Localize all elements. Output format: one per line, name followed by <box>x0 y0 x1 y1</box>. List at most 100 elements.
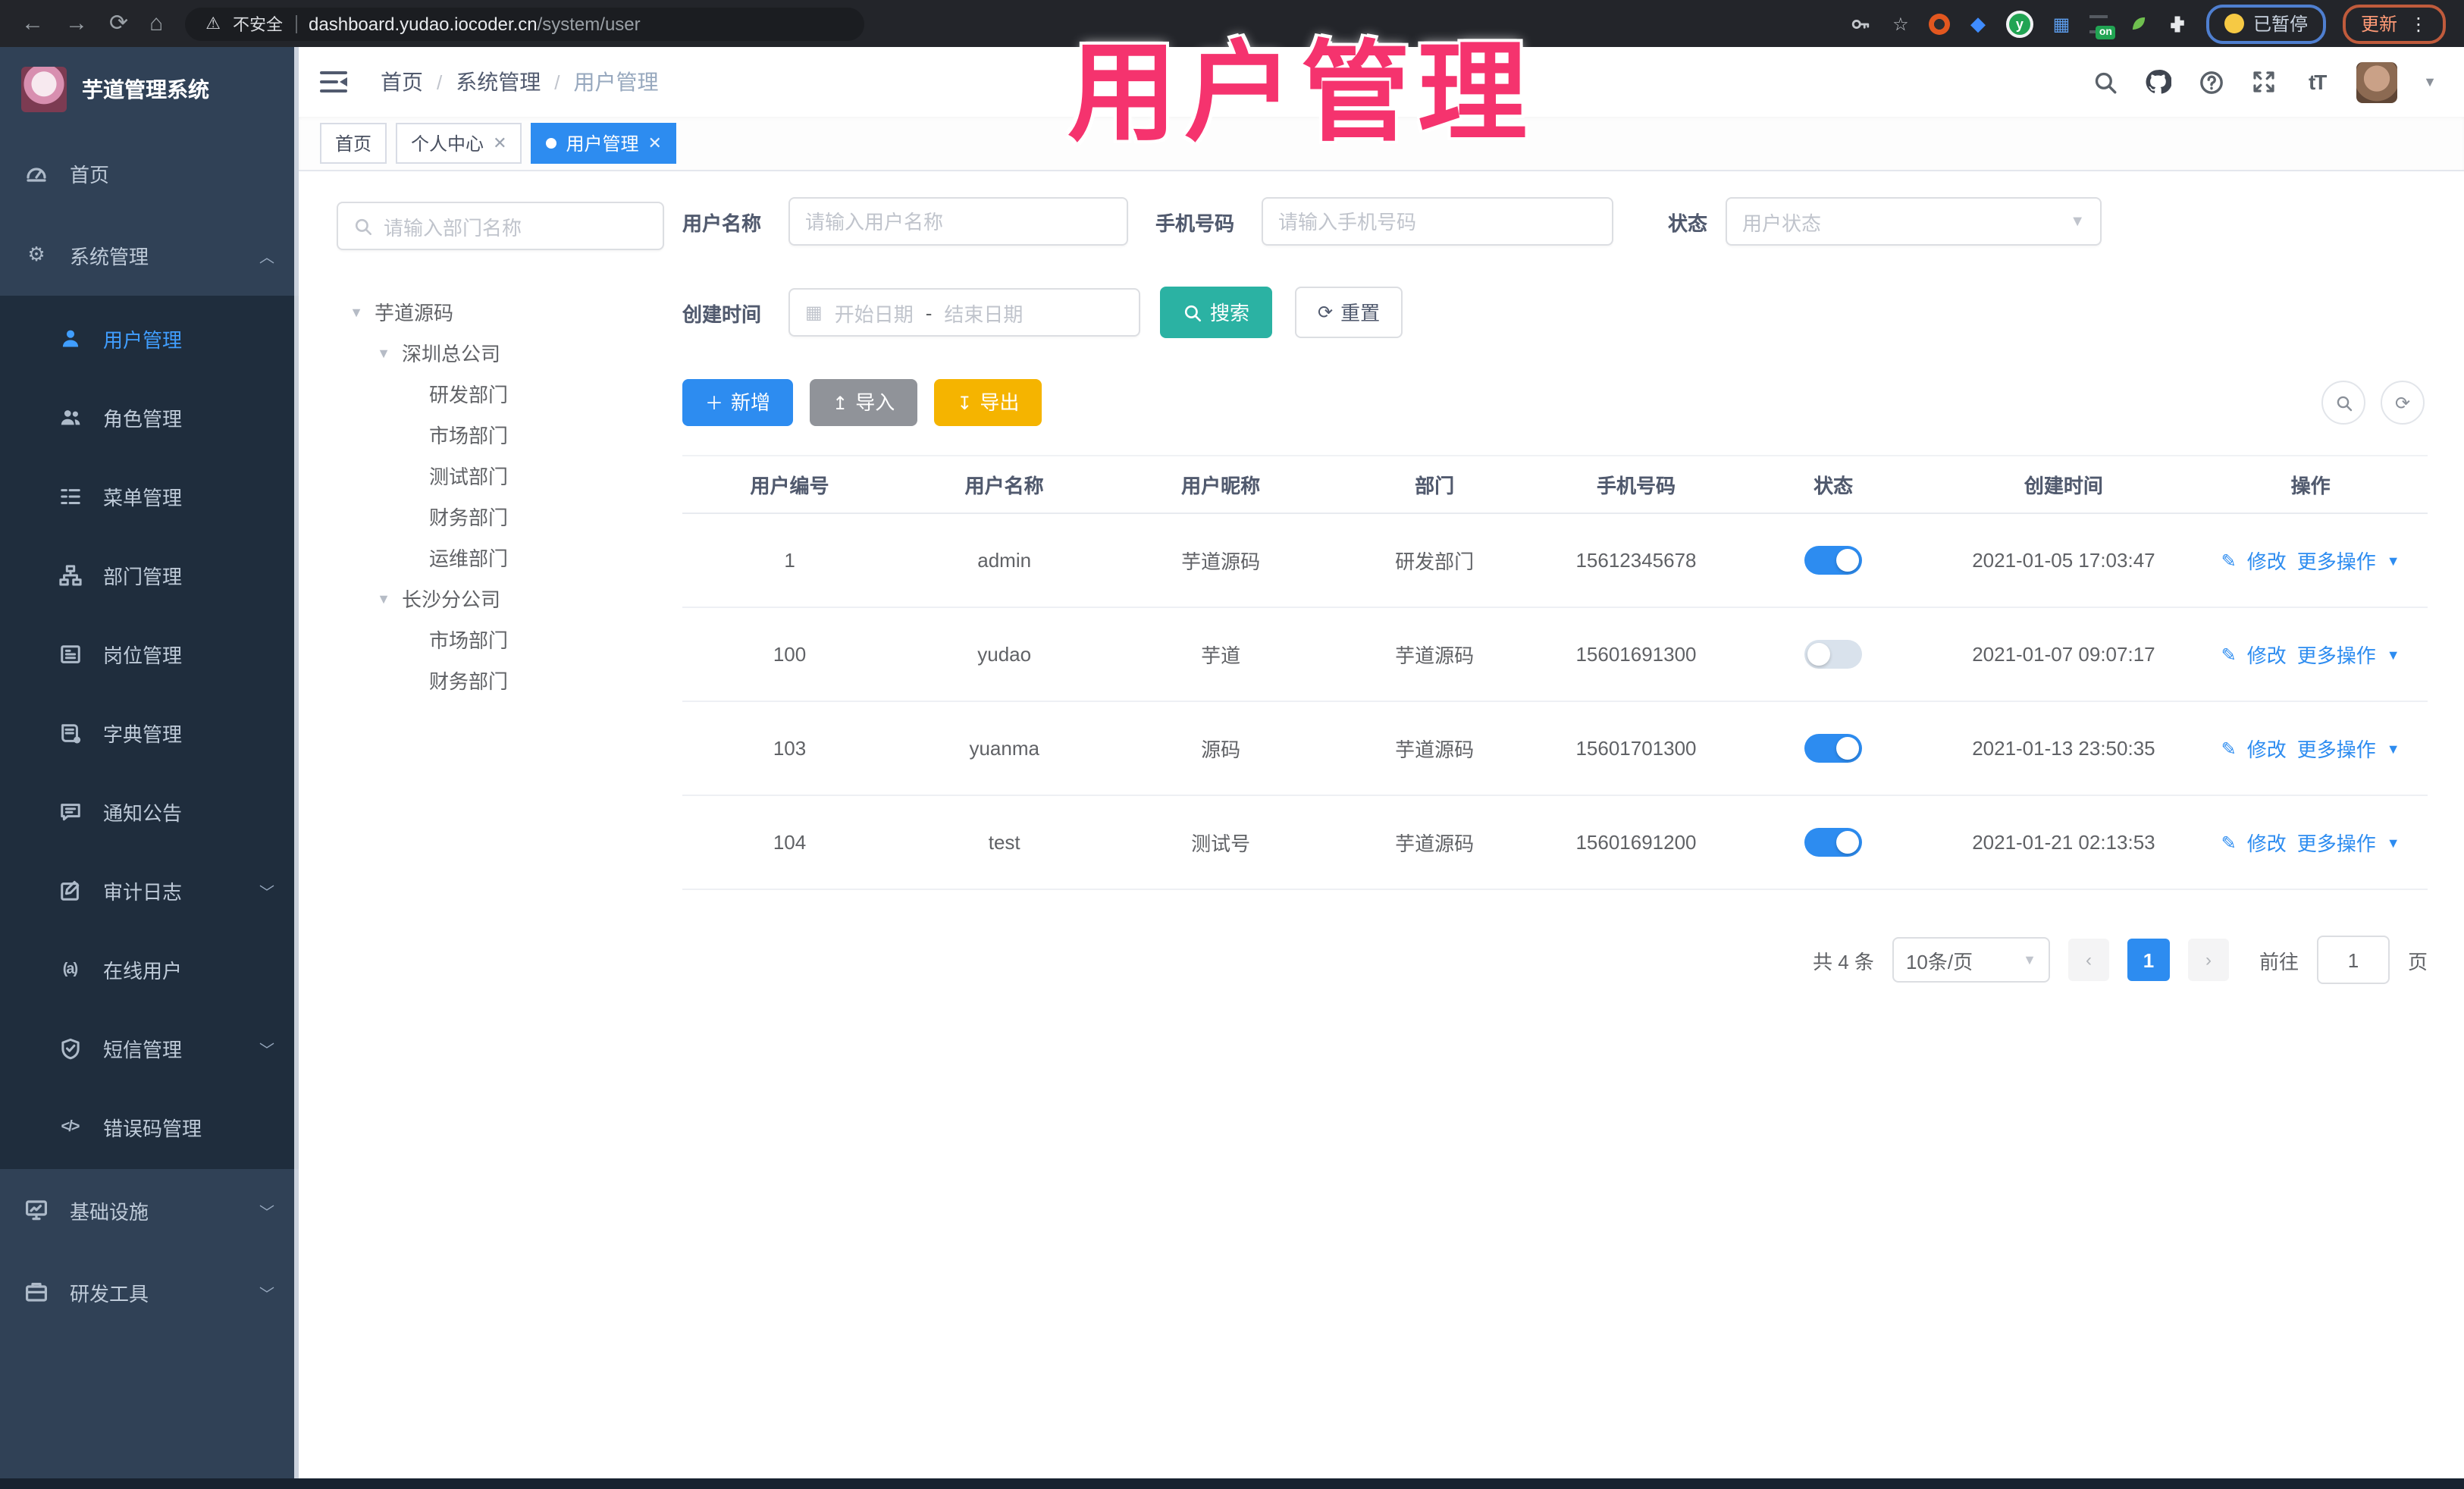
extension-ubuntu-icon[interactable] <box>1928 13 1950 34</box>
sidebar-item-error-code-management[interactable]: </> 错误码管理 <box>0 1087 299 1166</box>
status-toggle[interactable] <box>1804 828 1863 857</box>
breadcrumb-system[interactable]: 系统管理 <box>456 67 541 97</box>
sidebar-item-audit-log[interactable]: 审计日志 ﹀ <box>0 851 299 929</box>
tree-node-dept[interactable]: 财务部门 <box>337 496 664 537</box>
sidebar-item-post-management[interactable]: 岗位管理 <box>0 614 299 693</box>
more-actions-link[interactable]: 更多操作 <box>2297 828 2376 857</box>
edit-pencil-icon: ✎ <box>2221 738 2237 759</box>
sidebar-item-menu-management[interactable]: 菜单管理 <box>0 456 299 535</box>
sidebar-item-role-management[interactable]: 角色管理 <box>0 378 299 456</box>
more-actions-link[interactable]: 更多操作 <box>2297 640 2376 669</box>
tab-close-icon[interactable]: ✕ <box>648 133 662 153</box>
status-toggle[interactable] <box>1804 640 1863 669</box>
extension-drop-icon[interactable]: ◆ <box>1967 12 1989 35</box>
sidebar-item-notice-announcement[interactable]: 通知公告 <box>0 772 299 851</box>
font-size-icon[interactable]: tT <box>2303 68 2331 96</box>
sidebar-item-infrastructure[interactable]: 基础设施 ﹀ <box>0 1169 299 1251</box>
chevron-down-icon: ▼ <box>2386 553 2400 568</box>
download-icon: ↧ <box>957 392 973 413</box>
profile-paused-badge[interactable]: 已暂停 <box>2205 4 2326 43</box>
browser-forward-icon[interactable]: → <box>65 12 88 35</box>
sidebar-item-department-management[interactable]: 部门管理 <box>0 535 299 614</box>
next-page-button[interactable]: › <box>2187 939 2229 981</box>
status-toggle[interactable] <box>1804 734 1863 763</box>
user-menu-caret-icon[interactable]: ▼ <box>2423 74 2437 89</box>
tree-node-dept[interactable]: 测试部门 <box>337 455 664 496</box>
tree-node-dept[interactable]: 研发部门 <box>337 373 664 414</box>
tree-node-company[interactable]: ▼ 深圳总公司 <box>337 332 664 373</box>
sidebar-item-home[interactable]: 首页 <box>0 132 299 214</box>
browser-menu-icon[interactable]: ⋮ <box>2409 13 2428 34</box>
prev-page-button[interactable]: ‹ <box>2067 939 2109 981</box>
refresh-table-button[interactable]: ⟳ <box>2381 381 2425 425</box>
mobile-input[interactable] <box>1262 197 1613 246</box>
bookmark-star-icon[interactable]: ☆ <box>1889 12 1912 35</box>
address-bar[interactable]: ⚠ 不安全 dashboard.yudao.iocoder.cn/system/… <box>184 7 864 40</box>
tree-node-company[interactable]: ▼ 长沙分公司 <box>337 578 664 619</box>
status-toggle[interactable] <box>1804 546 1863 575</box>
tree-node-root[interactable]: ▼ 芋道源码 <box>337 291 664 332</box>
edit-link[interactable]: 修改 <box>2247 546 2287 575</box>
help-question-icon[interactable] <box>2197 68 2224 96</box>
fullscreen-icon[interactable] <box>2250 68 2277 96</box>
extension-leaf-icon[interactable] <box>2127 12 2150 35</box>
tree-caret-icon[interactable]: ▼ <box>349 304 364 319</box>
sidebar-collapse-icon[interactable] <box>320 71 347 92</box>
github-icon[interactable] <box>2144 68 2172 96</box>
profile-paused-label: 已暂停 <box>2252 14 2308 35</box>
browser-update-button[interactable]: 更新 ⋮ <box>2342 4 2446 43</box>
browser-reload-icon[interactable]: ⟳ <box>109 12 128 35</box>
plus-icon: ＋ <box>705 392 724 413</box>
username-input[interactable] <box>788 197 1128 246</box>
status-select[interactable]: 用户状态 ▼ <box>1726 197 2102 246</box>
add-button[interactable]: ＋ 新增 <box>682 379 794 426</box>
more-actions-link[interactable]: 更多操作 <box>2297 734 2376 763</box>
sidebar-item-sms-management[interactable]: 短信管理 ﹀ <box>0 1008 299 1087</box>
app-logo[interactable]: 芋道管理系统 <box>0 47 299 132</box>
extension-on-switch-icon[interactable]: on <box>2089 14 2115 39</box>
sidebar-item-dict-management[interactable]: 字典管理 <box>0 693 299 772</box>
tree-node-dept[interactable]: 市场部门 <box>337 414 664 455</box>
edit-link[interactable]: 修改 <box>2247 734 2287 763</box>
reset-button[interactable]: ⟳ 重置 <box>1295 287 1403 338</box>
sidebar-item-user-management[interactable]: 用户管理 <box>0 299 299 378</box>
more-actions-link[interactable]: 更多操作 <box>2297 546 2376 575</box>
edit-link[interactable]: 修改 <box>2247 828 2287 857</box>
sidebar-item-dev-tools[interactable]: 研发工具 ﹀ <box>0 1251 299 1333</box>
user-avatar[interactable] <box>2356 61 2398 102</box>
cell-created-time: 2021-01-05 17:03:47 <box>1972 549 2155 572</box>
tree-node-dept[interactable]: 财务部门 <box>337 660 664 701</box>
tree-node-dept[interactable]: 市场部门 <box>337 619 664 660</box>
search-button[interactable]: 搜索 <box>1160 287 1273 338</box>
header-search-icon[interactable] <box>2091 68 2118 96</box>
tree-node-label: 财务部门 <box>429 506 509 529</box>
tab-profile[interactable]: 个人中心 ✕ <box>396 123 522 164</box>
department-search-box[interactable]: 请输入部门名称 <box>337 202 664 250</box>
page-size-value: 10条/页 <box>1905 950 1973 973</box>
page-number-current[interactable]: 1 <box>2127 939 2170 981</box>
tab-user-management[interactable]: 用户管理 ✕ <box>531 123 677 164</box>
show-search-toggle-button[interactable] <box>2321 381 2365 425</box>
tree-caret-icon[interactable]: ▼ <box>376 591 391 606</box>
extension-green-y-icon[interactable]: y <box>2005 10 2033 37</box>
breadcrumb-home[interactable]: 首页 <box>381 67 423 97</box>
tab-home[interactable]: 首页 <box>320 123 387 164</box>
extension-grid-icon[interactable]: ▦ <box>2050 12 2073 35</box>
export-button[interactable]: ↧ 导出 <box>934 379 1042 426</box>
browser-back-icon[interactable]: ← <box>21 12 44 35</box>
date-range-picker[interactable]: ▦ 开始日期 - 结束日期 <box>788 288 1140 337</box>
tab-close-icon[interactable]: ✕ <box>493 133 506 153</box>
edit-link[interactable]: 修改 <box>2247 640 2287 669</box>
goto-page-input[interactable] <box>2316 936 2390 984</box>
import-button[interactable]: ↥ 导入 <box>810 379 918 426</box>
online-users-icon: (a) <box>62 961 78 977</box>
page-size-select[interactable]: 10条/页 ▼ <box>1892 937 2050 983</box>
key-icon[interactable] <box>1850 12 1873 35</box>
sidebar-item-system-management[interactable]: ⚙ 系统管理 ︿ <box>0 214 299 296</box>
tree-node-dept[interactable]: 运维部门 <box>337 537 664 578</box>
sidebar-item-online-users[interactable]: (a) 在线用户 <box>0 929 299 1008</box>
edit-pencil-icon: ✎ <box>2221 550 2237 571</box>
browser-home-icon[interactable]: ⌂ <box>149 12 163 35</box>
extensions-puzzle-icon[interactable] <box>2167 12 2190 35</box>
tree-caret-icon[interactable]: ▼ <box>376 345 391 360</box>
